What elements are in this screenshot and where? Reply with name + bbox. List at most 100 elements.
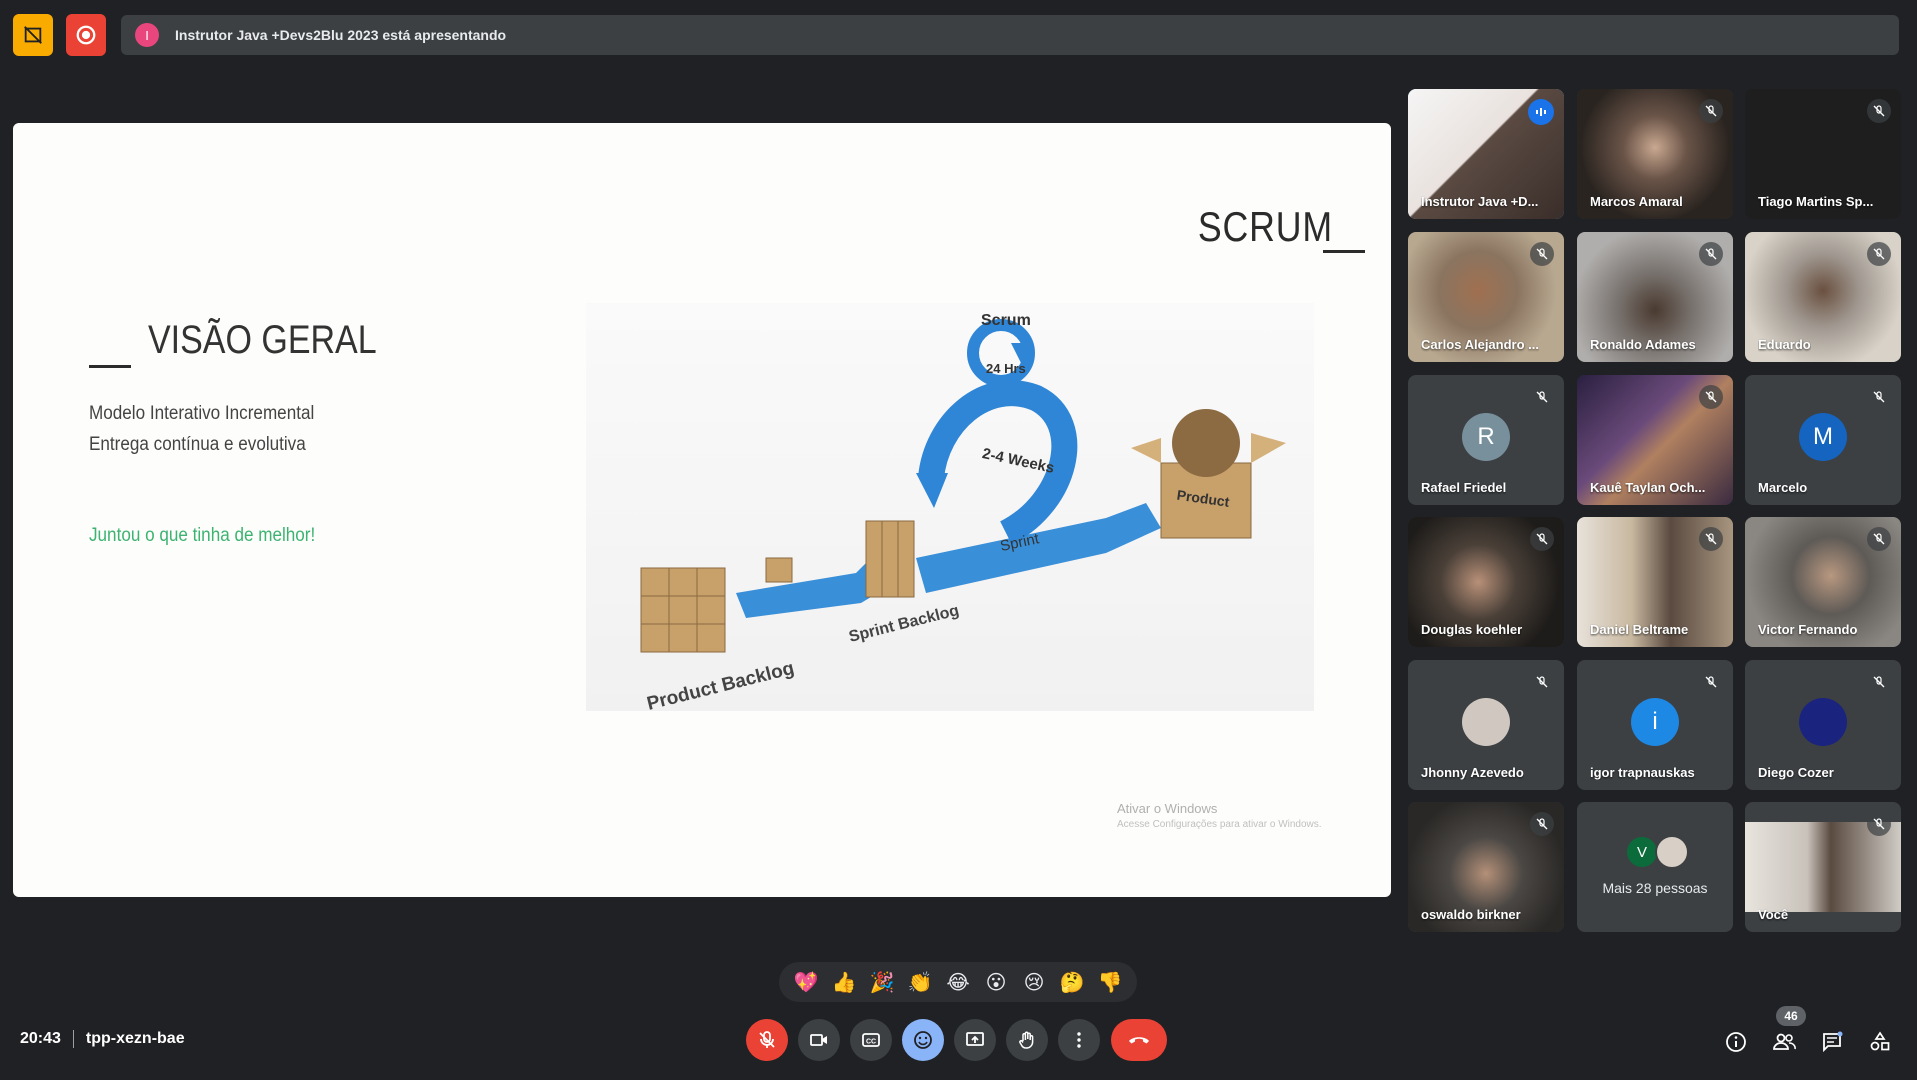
present-screen-button[interactable] — [954, 1019, 996, 1061]
participant-name: Rafael Friedel — [1421, 480, 1507, 495]
participant-tile[interactable]: Instrutor Java +D... — [1408, 89, 1564, 219]
label-iteration: 2-4 Weeks — [981, 445, 1056, 477]
participant-tile[interactable]: Tiago Martins Sp... — [1745, 89, 1901, 219]
participant-tile[interactable]: Victor Fernando — [1745, 517, 1901, 647]
presentation-slide: SCRUM VISÃO GERAL Modelo Interativo Incr… — [13, 123, 1391, 897]
svg-text:CC: CC — [866, 1039, 876, 1046]
mic-off-icon — [1530, 385, 1554, 409]
label-sprint-backlog: Sprint Backlog — [847, 602, 961, 646]
record-icon — [76, 25, 96, 45]
label-daily: 24 Hrs — [986, 361, 1026, 376]
more-participants-tile[interactable]: V Mais 28 pessoas — [1577, 802, 1733, 932]
camera-off-icon — [24, 26, 42, 44]
participant-name: Diego Cozer — [1758, 765, 1834, 780]
meeting-info: 20:43 tpp-xezn-bae — [20, 1030, 185, 1048]
reaction-surprised[interactable]: 😮 — [979, 965, 1013, 999]
more-participants-label: Mais 28 pessoas — [1602, 880, 1708, 896]
call-end-icon — [1129, 1037, 1149, 1044]
participant-name: Ronaldo Adames — [1590, 337, 1696, 352]
reaction-sad[interactable]: 😢 — [1017, 965, 1051, 999]
windows-watermark-sub: Acesse Configurações para ativar o Windo… — [1117, 819, 1322, 830]
emoji-reactions-button[interactable] — [902, 1019, 944, 1061]
presenting-text: Instrutor Java +Devs2Blu 2023 está apres… — [175, 27, 507, 43]
meeting-time: 20:43 — [20, 1030, 61, 1047]
mic-off-icon — [1867, 385, 1891, 409]
reaction-party[interactable]: 🎉 — [865, 965, 899, 999]
participant-name: Victor Fernando — [1758, 622, 1858, 637]
slide-line-2: Entrega contínua e evolutiva — [89, 434, 306, 455]
participant-tile[interactable]: Eduardo — [1745, 232, 1901, 362]
scrum-diagram: Scrum 24 Hrs 2-4 Weeks Sprint Product Ba… — [586, 303, 1314, 715]
mic-off-icon — [1699, 670, 1723, 694]
self-tile[interactable]: Você — [1745, 802, 1901, 932]
avatar: R — [1462, 413, 1510, 461]
participant-name: Douglas koehler — [1421, 622, 1523, 637]
mic-off-icon — [1530, 812, 1554, 836]
section-dash — [89, 365, 131, 368]
raise-hand-button[interactable] — [1006, 1019, 1048, 1061]
participant-tile[interactable]: Daniel Beltrame — [1577, 517, 1733, 647]
hand-icon — [1019, 1031, 1034, 1049]
participant-name: igor trapnauskas — [1590, 765, 1695, 780]
reaction-thinking[interactable]: 🤔 — [1055, 965, 1089, 999]
windows-watermark-title: Ativar o Windows — [1117, 801, 1218, 816]
participant-tile[interactable]: Douglas koehler — [1408, 517, 1564, 647]
recording-button[interactable] — [66, 14, 106, 56]
people-button[interactable] — [1768, 1026, 1800, 1058]
info-icon — [1726, 1032, 1746, 1052]
participant-tile[interactable]: Carlos Alejandro ... — [1408, 232, 1564, 362]
participant-tile[interactable]: Kauê Taylan Och... — [1577, 375, 1733, 505]
mic-off-icon — [1530, 242, 1554, 266]
participant-tile[interactable]: Jhonny Azevedo — [1408, 660, 1564, 790]
reaction-heart[interactable]: 💖 — [789, 965, 823, 999]
camera-toggle-button[interactable] — [798, 1019, 840, 1061]
participant-tile[interactable]: Diego Cozer — [1745, 660, 1901, 790]
reaction-laugh[interactable]: 😂 — [941, 965, 975, 999]
reaction-clap[interactable]: 👏 — [903, 965, 937, 999]
more-avatars: V — [1625, 835, 1689, 869]
captions-button[interactable]: CC — [850, 1019, 892, 1061]
participant-tile[interactable]: oswaldo birkner — [1408, 802, 1564, 932]
participant-name: Instrutor Java +D... — [1421, 194, 1539, 209]
participant-name: Eduardo — [1758, 337, 1811, 352]
more-options-button[interactable] — [1058, 1019, 1100, 1061]
meeting-code: tpp-xezn-bae — [85, 1030, 185, 1047]
reaction-thumbs-up[interactable]: 👍 — [827, 965, 861, 999]
label-product-backlog: Product Backlog — [645, 658, 797, 711]
more-vert-icon — [1077, 1032, 1081, 1048]
mic-off-icon — [1867, 242, 1891, 266]
mic-off-icon — [1867, 812, 1891, 836]
participant-tile[interactable]: M Marcelo — [1745, 375, 1901, 505]
recording-off-button[interactable] — [13, 14, 53, 56]
participant-name: Kauê Taylan Och... — [1590, 480, 1706, 495]
mic-off-icon — [1699, 385, 1723, 409]
activities-button[interactable] — [1864, 1026, 1896, 1058]
meeting-details-button[interactable] — [1720, 1026, 1752, 1058]
mic-off-icon — [1699, 99, 1723, 123]
avatar — [1462, 698, 1510, 746]
mic-off-icon — [1867, 99, 1891, 123]
participant-name: Marcos Amaral — [1590, 194, 1683, 209]
avatar — [1799, 698, 1847, 746]
reactions-bar: 💖 👍 🎉 👏 😂 😮 😢 🤔 👎 — [779, 962, 1137, 1002]
activities-icon — [1870, 1031, 1890, 1051]
participant-name: Jhonny Azevedo — [1421, 765, 1524, 780]
participant-tile[interactable]: R Rafael Friedel — [1408, 375, 1564, 505]
emoji-icon — [914, 1031, 932, 1049]
section-title: VISÃO GERAL — [148, 318, 377, 362]
presenting-banner: I Instrutor Java +Devs2Blu 2023 está apr… — [121, 15, 1899, 55]
present-screen-icon — [966, 1032, 984, 1046]
scrum-diagram-graphic: Scrum 24 Hrs 2-4 Weeks Sprint Product Ba… — [640, 312, 1286, 715]
reaction-thumbs-down[interactable]: 👎 — [1093, 965, 1127, 999]
mic-off-icon — [1530, 670, 1554, 694]
chat-button[interactable] — [1816, 1026, 1848, 1058]
people-icon — [1773, 1033, 1796, 1050]
mic-off-icon — [1867, 670, 1891, 694]
participant-name: oswaldo birkner — [1421, 907, 1521, 922]
participant-tile[interactable]: i igor trapnauskas — [1577, 660, 1733, 790]
participant-name: Tiago Martins Sp... — [1758, 194, 1874, 209]
leave-call-button[interactable] — [1111, 1019, 1167, 1061]
participant-tile[interactable]: Marcos Amaral — [1577, 89, 1733, 219]
participant-tile[interactable]: Ronaldo Adames — [1577, 232, 1733, 362]
mic-toggle-button[interactable] — [746, 1019, 788, 1061]
